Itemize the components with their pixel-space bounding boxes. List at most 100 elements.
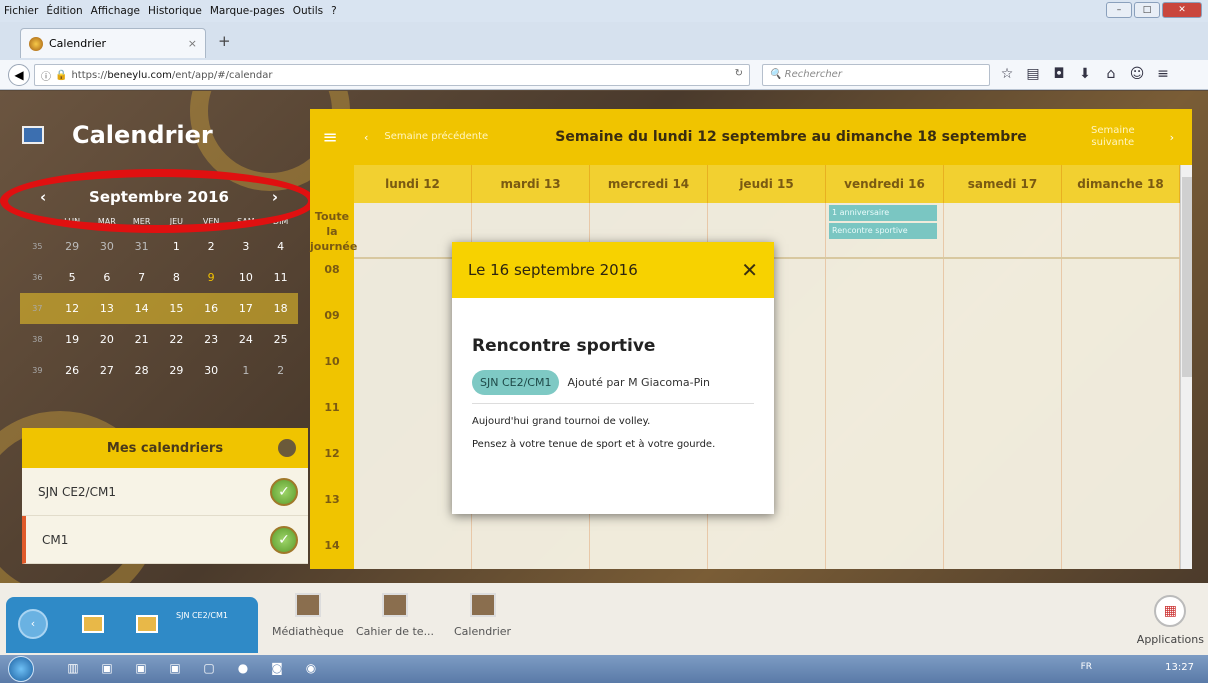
language-indicator[interactable]: FR [1081,662,1092,672]
day-cell[interactable]: 31 [124,231,159,262]
day-cell[interactable]: 1 [159,231,194,262]
day-cell[interactable]: 4 [263,231,298,262]
day-header[interactable]: mardi 13 [472,165,590,203]
reload-icon[interactable]: ↻ [735,68,743,79]
day-header[interactable]: lundi 12 [354,165,472,203]
day-cell[interactable]: 24 [229,324,264,355]
menu-affichage[interactable]: Affichage [91,5,140,17]
day-cell[interactable]: 19 [55,324,90,355]
download-icon[interactable]: ⬇ [1076,65,1094,83]
calendar-item-sjn[interactable]: SJN CE2/CM1 ✓ [22,468,308,516]
day-cell[interactable]: 6 [90,262,125,293]
day-cell-today[interactable]: 9 [194,262,229,293]
reading-list-icon[interactable]: ▤ [1024,65,1042,83]
bookmark-star-icon[interactable]: ☆ [998,65,1016,83]
day-cell[interactable]: 1 [229,355,264,386]
day-header[interactable]: vendredi 16 [826,165,944,203]
day-cell[interactable]: 11 [263,262,298,293]
writer-icon[interactable]: ▢ [200,659,218,677]
day-header[interactable]: mercredi 14 [590,165,708,203]
calendar-app-icon[interactable] [82,615,104,633]
start-button[interactable] [8,656,34,682]
tab-calendrier[interactable]: Calendrier × [20,28,206,58]
day-cell[interactable]: 28 [124,355,159,386]
day-header[interactable]: jeudi 15 [708,165,826,203]
my-calendars-label: Mes calendriers [106,440,224,456]
home-icon[interactable]: ⌂ [1102,65,1120,83]
word-icon[interactable]: ▣ [166,659,184,677]
day-cell[interactable]: 25 [263,324,298,355]
applications-button[interactable]: ▦ Applications [1137,595,1204,646]
system-clock[interactable]: 13:27 [1165,662,1194,673]
day-cell[interactable]: 21 [124,324,159,355]
day-cell[interactable]: 5 [55,262,90,293]
day-cell[interactable]: 13 [90,293,125,324]
day-cell[interactable]: 2 [194,231,229,262]
day-cell[interactable]: 30 [90,231,125,262]
chat-icon[interactable]: ☺ [1128,65,1146,83]
day-cell[interactable]: 8 [159,262,194,293]
maximize-button[interactable]: □ [1134,2,1160,18]
new-tab-button[interactable]: + [218,32,231,50]
day-cell[interactable]: 10 [229,262,264,293]
hamburger-menu-icon[interactable]: ≡ [1154,65,1172,83]
info-icon[interactable]: ⓘ [41,68,51,83]
day-cell[interactable]: 15 [159,293,194,324]
dock-mediatheque[interactable]: Médiathèque [272,593,344,638]
file-explorer-icon[interactable]: ▥ [64,659,82,677]
menu-help[interactable]: ? [331,5,337,17]
close-tab-icon[interactable]: × [188,37,197,50]
day-cell[interactable]: 14 [124,293,159,324]
day-cell[interactable]: 22 [159,324,194,355]
event-rencontre-sportive[interactable]: Rencontre sportive [829,223,937,239]
day-cell[interactable]: 18 [263,293,298,324]
firefox-icon[interactable]: ◉ [302,659,320,677]
close-window-button[interactable]: ✕ [1162,2,1202,18]
group-icon[interactable] [136,615,158,633]
menu-marque-pages[interactable]: Marque-pages [210,5,285,17]
day-cell[interactable]: 17 [229,293,264,324]
day-cell[interactable]: 27 [90,355,125,386]
hour-label: 13 [324,493,340,506]
hamburger-icon[interactable]: ≡ [310,127,350,148]
next-week-button[interactable]: Semaine suivante › [1072,125,1192,149]
publisher-icon[interactable]: ▣ [132,659,150,677]
day-cell[interactable]: 20 [90,324,125,355]
close-icon[interactable]: ✕ [741,258,758,282]
menu-edition[interactable]: Édition [46,5,82,17]
menu-outils[interactable]: Outils [293,5,323,17]
dock-cahier-de-textes[interactable]: Cahier de te... [356,593,434,638]
collapse-toggle-icon[interactable] [278,439,296,457]
day-cell[interactable]: 3 [229,231,264,262]
day-cell[interactable]: 7 [124,262,159,293]
back-circle-button[interactable]: ‹ [18,609,48,639]
calendar-item-cm1[interactable]: CM1 ✓ [22,516,308,564]
day-cell[interactable]: 23 [194,324,229,355]
pocket-icon[interactable]: ◘ [1050,65,1068,83]
back-button[interactable]: ◀ [8,64,30,86]
green-app-icon[interactable]: ● [234,659,252,677]
day-cell[interactable]: 29 [159,355,194,386]
day-cell[interactable]: 12 [55,293,90,324]
day-header[interactable]: samedi 17 [944,165,1062,203]
check-icon[interactable]: ✓ [270,525,298,554]
calendar-scrollbar[interactable] [1180,165,1192,569]
day-cell[interactable]: 16 [194,293,229,324]
excel-icon[interactable]: ▣ [98,659,116,677]
previous-week-button[interactable]: ‹ Semaine précédente [350,131,510,144]
outlook-icon[interactable]: ◙ [268,659,286,677]
check-icon[interactable]: ✓ [270,477,298,506]
menu-fichier[interactable]: Fichier [4,5,38,17]
scrollbar-thumb[interactable] [1182,177,1192,377]
day-cell[interactable]: 2 [263,355,298,386]
day-cell[interactable]: 30 [194,355,229,386]
minimize-button[interactable]: – [1106,2,1132,18]
day-cell[interactable]: 26 [55,355,90,386]
menu-historique[interactable]: Historique [148,5,202,17]
dock-calendrier[interactable]: Calendrier [454,593,511,638]
event-birthday[interactable]: 1 anniversaire [829,205,937,221]
search-input[interactable]: 🔍 Rechercher [762,64,990,86]
url-bar[interactable]: ⓘ 🔒 https://beneylu.com/ent/app/#/calend… [34,64,750,86]
day-cell[interactable]: 29 [55,231,90,262]
day-header[interactable]: dimanche 18 [1062,165,1180,203]
